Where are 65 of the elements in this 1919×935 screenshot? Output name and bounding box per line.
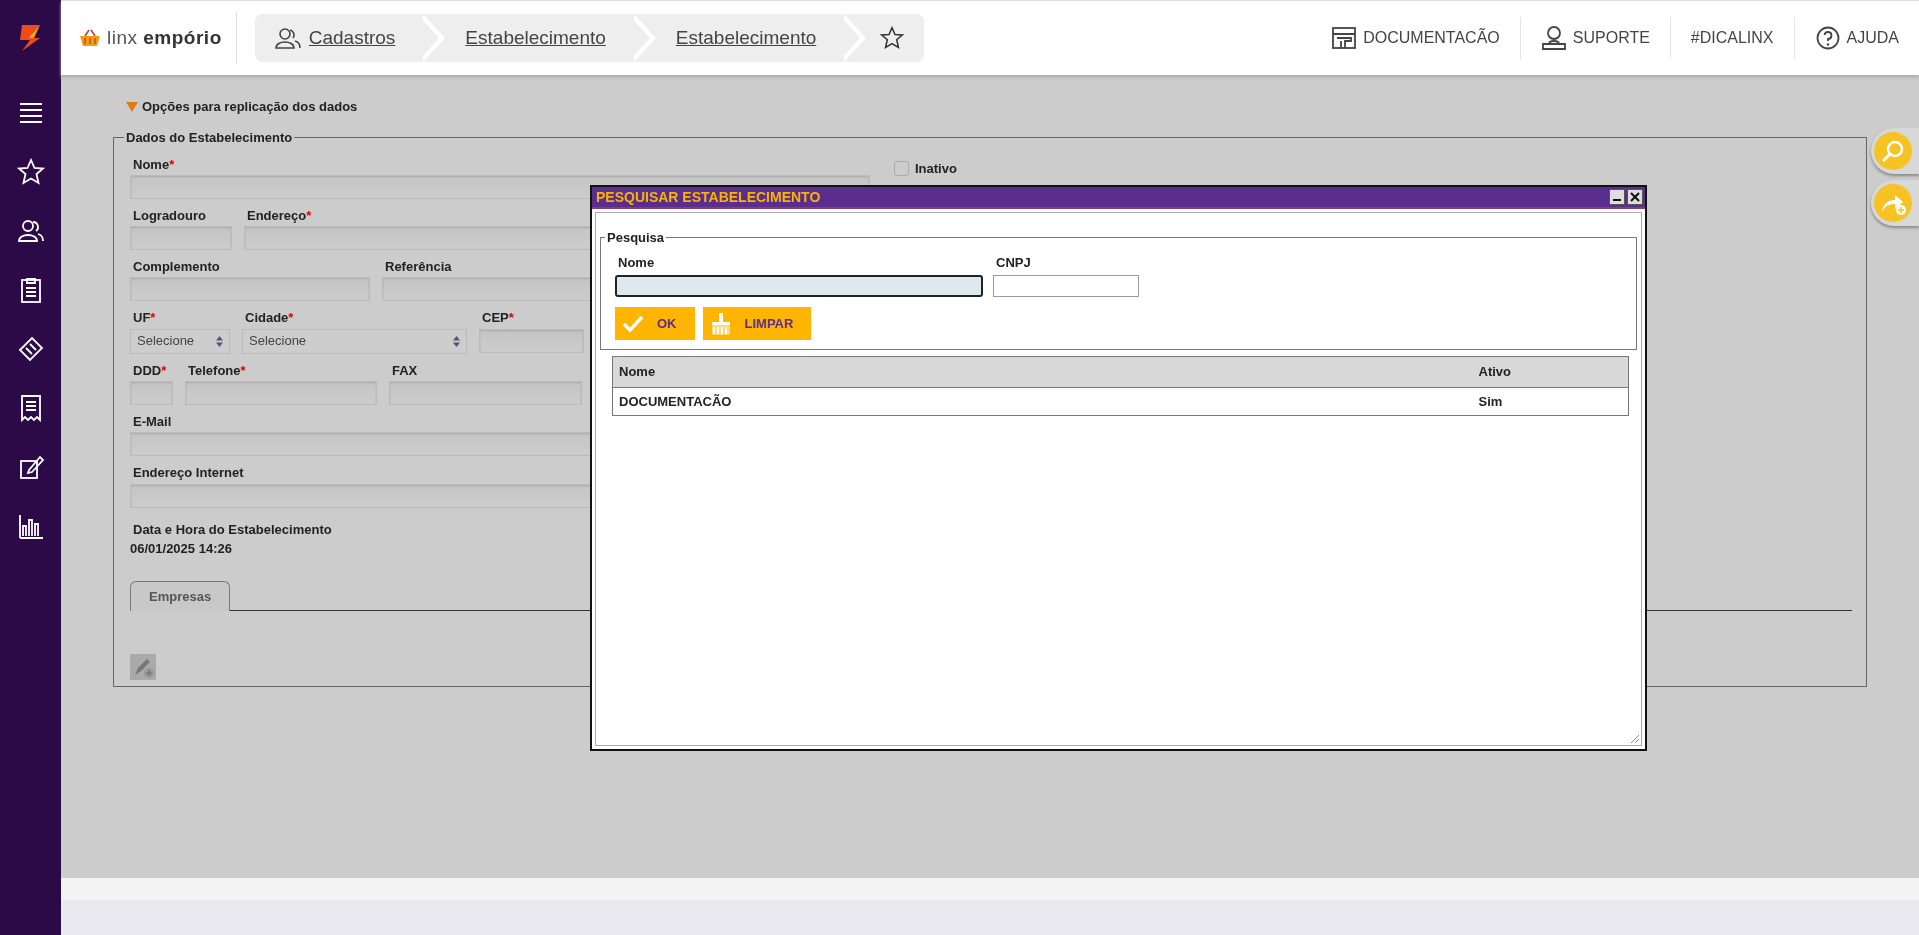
caret-down-icon[interactable]	[126, 101, 138, 112]
input-field[interactable]	[479, 328, 584, 353]
help-icon	[1814, 25, 1841, 51]
field-label: FAX	[392, 363, 418, 378]
star-icon[interactable]	[16, 158, 45, 186]
column-header: Ativo	[1472, 356, 1629, 387]
field-label: UF*	[133, 311, 156, 326]
minimize-button[interactable]	[1609, 189, 1625, 205]
people-icon	[274, 26, 301, 50]
panel-title: Pesquisa	[606, 231, 666, 244]
close-button[interactable]	[1627, 189, 1643, 205]
close-icon	[1630, 192, 1640, 202]
sort-arrows-icon	[453, 335, 460, 347]
resize-grip-icon[interactable]	[1628, 732, 1640, 744]
table-cell: Sim	[1472, 387, 1629, 416]
input-field[interactable]	[130, 226, 232, 251]
column-header: Nome	[612, 356, 1473, 387]
header-link[interactable]: DOCUMENTACÃO	[1311, 17, 1520, 59]
header-link[interactable]: #DICALINX	[1669, 17, 1794, 59]
field-label: Endereço Internet	[133, 466, 244, 481]
field-label: Endereço*	[247, 208, 312, 224]
input-field[interactable]	[130, 381, 173, 405]
search-button[interactable]	[1871, 128, 1919, 174]
field-label: Complemento	[133, 260, 220, 275]
field-label: CNPJ	[996, 256, 1031, 271]
field-label: Logradouro	[133, 208, 206, 224]
field-label: Telefone*	[188, 363, 246, 378]
field-label: Referência	[385, 260, 452, 275]
field-label: Data e Hora do Estabelecimento	[133, 520, 333, 539]
table-cell: DOCUMENTACÃO	[612, 387, 1473, 416]
basket-icon	[79, 29, 101, 47]
chart-icon[interactable]	[16, 512, 45, 540]
input-field[interactable]	[130, 277, 370, 302]
dialog-title: PESQUISAR ESTABELECIMENTO	[596, 187, 821, 207]
field-label: Nome	[618, 256, 655, 271]
header-link[interactable]: SUPORTE	[1519, 17, 1670, 59]
sort-arrows-icon	[216, 335, 223, 347]
field-label: DDD*	[133, 363, 167, 378]
input-field[interactable]	[993, 275, 1139, 297]
brand-name: linx empório	[107, 25, 222, 50]
edit-add-icon[interactable]	[130, 654, 156, 681]
person-icon	[1540, 25, 1567, 51]
input-field[interactable]	[615, 275, 983, 297]
datetime-value: 06/01/2025 14:26	[130, 540, 233, 559]
field-label: CEP*	[482, 311, 514, 326]
field-label: E-Mail	[133, 415, 172, 430]
field-label: Nome*	[133, 157, 175, 172]
tab[interactable]: Empresas	[130, 580, 231, 612]
dialog-button[interactable]: OK	[615, 307, 695, 340]
checkbox[interactable]	[894, 160, 909, 176]
select-field[interactable]: Selecione	[242, 328, 467, 354]
header-link[interactable]: AJUDA	[1793, 17, 1919, 59]
input-field[interactable]	[389, 381, 582, 405]
input-field[interactable]	[185, 381, 377, 405]
checkbox-label: Inativo	[915, 159, 957, 178]
share-add-button[interactable]	[1871, 180, 1919, 226]
search-icon	[1880, 138, 1906, 164]
panel-title: Dados do Estabelecimento	[125, 130, 294, 144]
people-icon[interactable]	[16, 217, 45, 245]
section-toggle[interactable]: Opções para replicação dos dados	[142, 97, 358, 117]
ticket-icon[interactable]	[16, 335, 45, 363]
dialog-button[interactable]: LIMPAR	[702, 307, 812, 340]
store-icon	[1331, 25, 1358, 51]
field-label: Cidade*	[245, 311, 294, 326]
select-field[interactable]: Selecione	[130, 328, 230, 354]
